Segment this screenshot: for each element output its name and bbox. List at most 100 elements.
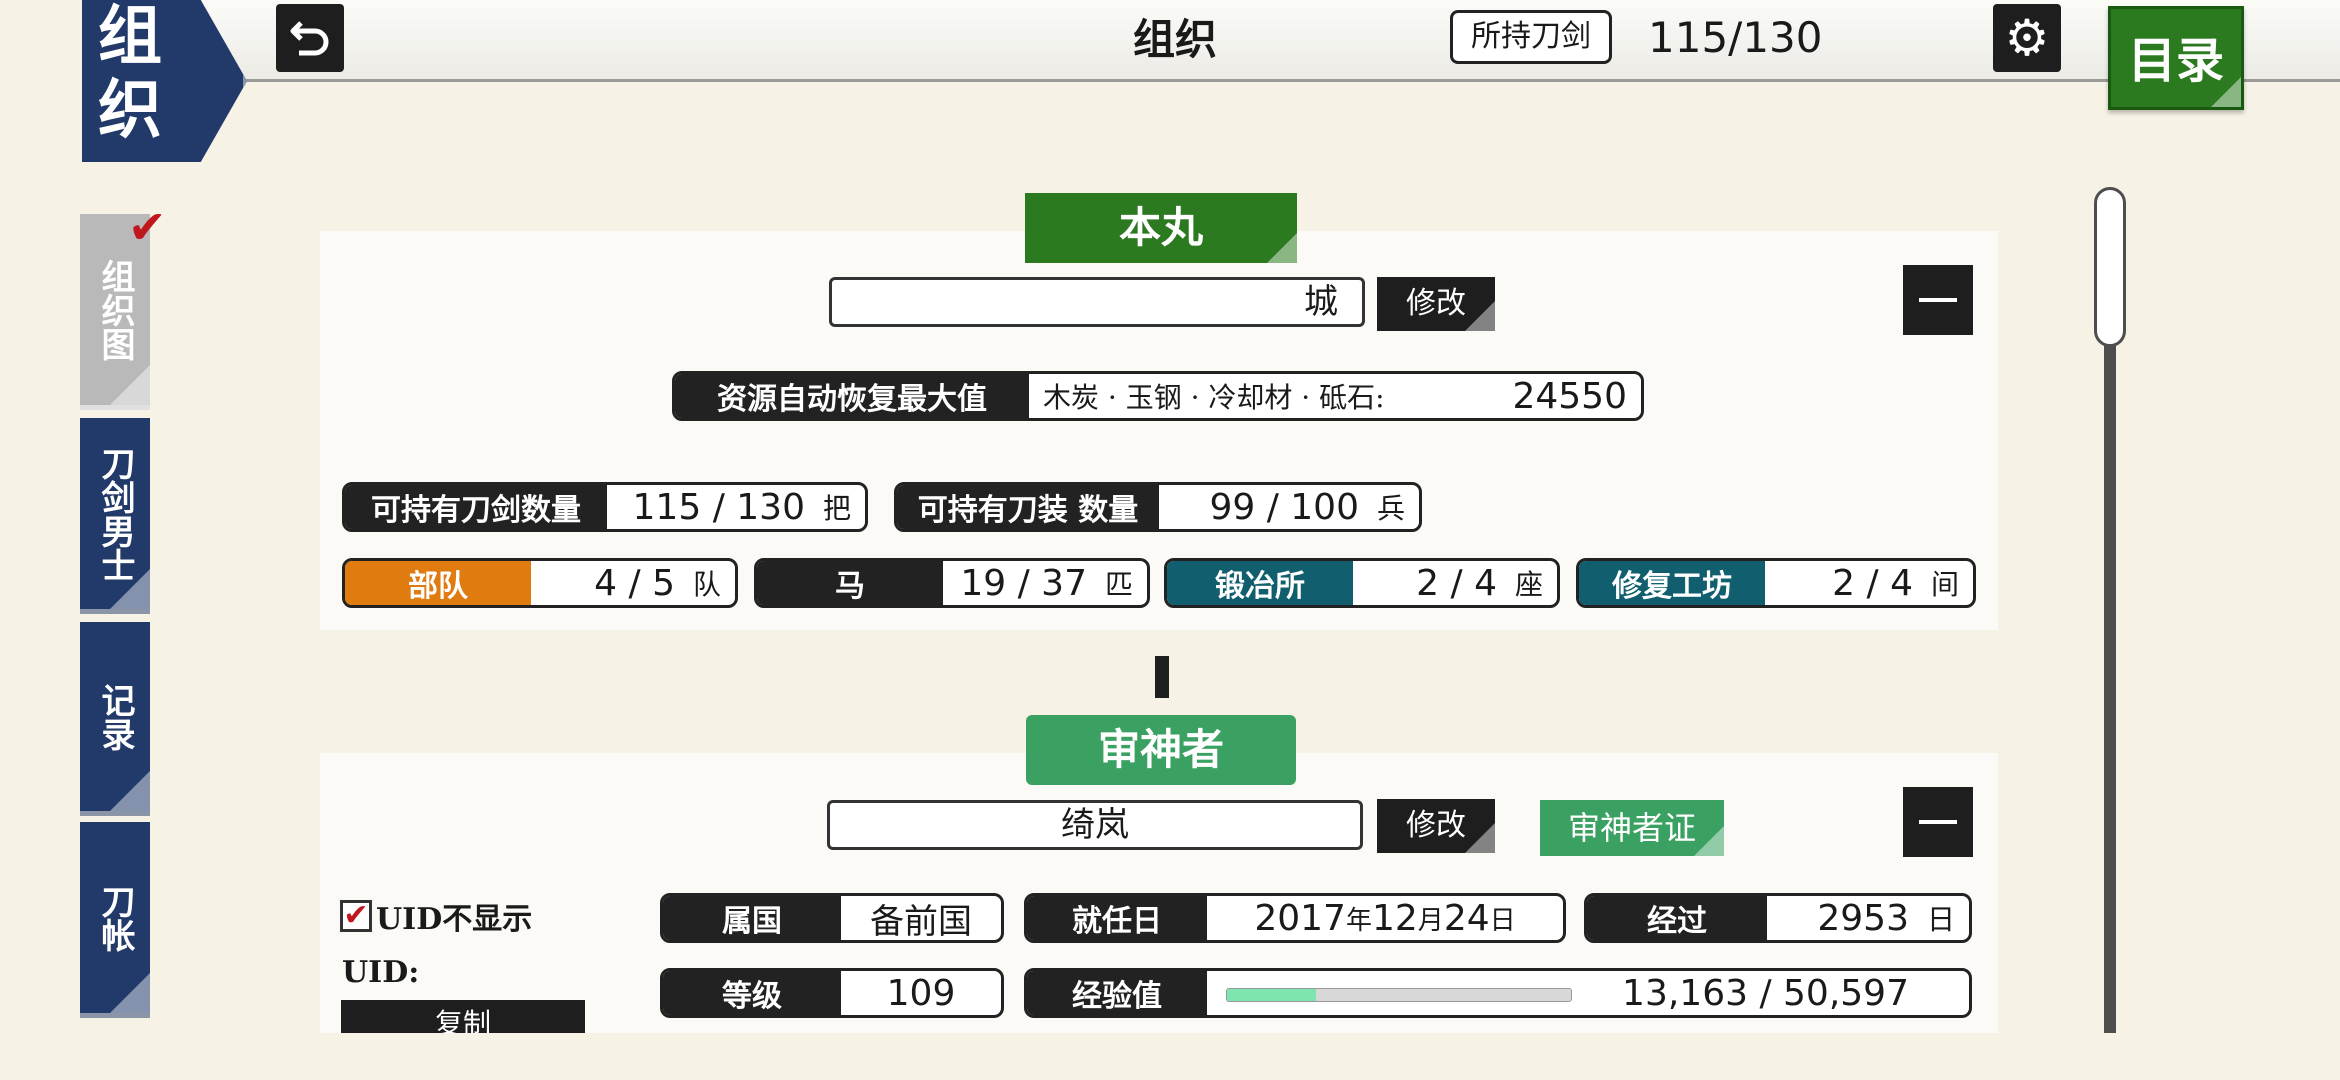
equipment-capacity-unit: 兵 <box>1376 492 1405 525</box>
repair-label: 修复工坊 <box>1579 561 1765 605</box>
experience-progress-fill <box>1227 989 1317 1001</box>
resource-value: 24550 <box>1512 375 1627 417</box>
start-date-value: 2017 年 12 月 24 日 <box>1207 896 1563 940</box>
repair-value: 2 / 4 间 <box>1765 561 1973 605</box>
sword-capacity-unit: 把 <box>822 492 851 525</box>
tab-label: 刀帐 <box>95 883 135 952</box>
tab-sword-register[interactable]: 刀帐 <box>80 822 150 1018</box>
certificate-button-label: 审神者证 <box>1567 809 1696 847</box>
start-day: 24 <box>1443 897 1490 939</box>
minus-icon <box>1919 820 1957 824</box>
menu-button[interactable]: 目录 <box>2108 6 2244 110</box>
resource-max-pill: 资源自动恢复最大值 木炭 · 玉钢 · 冷却材 · 砥石: 24550 <box>672 371 1644 421</box>
start-year-unit: 年 <box>1345 905 1372 936</box>
elapsed-days-unit: 日 <box>1926 903 1955 936</box>
elapsed-days-pill: 经过 2953 日 <box>1584 893 1972 943</box>
saniwa-name-field: 绮岚 <box>827 800 1363 850</box>
equipment-capacity-pill: 可持有刀装 数量 99 / 100 兵 <box>894 482 1422 532</box>
saniwa-certificate-button[interactable]: 审神者证 <box>1540 800 1724 856</box>
corner-fold <box>110 973 150 1013</box>
elapsed-days-value: 2953 日 <box>1767 896 1969 940</box>
province-label: 属国 <box>663 896 841 940</box>
honmaru-heading: 本丸 <box>1025 193 1297 263</box>
uid-label: UID: <box>342 955 420 990</box>
start-month-unit: 月 <box>1417 905 1444 936</box>
saniwa-heading: 审神者 <box>1026 715 1296 785</box>
forge-unit: 座 <box>1514 568 1543 601</box>
horse-unit: 匹 <box>1104 568 1133 601</box>
units-number: 4 / 5 <box>594 562 675 604</box>
tab-sword-boys[interactable]: 刀剑男士 <box>80 418 150 614</box>
back-button[interactable] <box>276 4 344 72</box>
resource-items: 木炭 · 玉钢 · 冷却材 · 砥石: <box>1043 381 1385 414</box>
units-label: 部队 <box>345 561 531 605</box>
start-month: 12 <box>1371 897 1418 939</box>
horse-label: 马 <box>757 561 943 605</box>
minus-icon <box>1919 298 1957 302</box>
forge-label: 锻冶所 <box>1167 561 1353 605</box>
elapsed-days-label: 经过 <box>1587 896 1767 940</box>
held-swords-label: 所持刀剑 <box>1450 10 1612 64</box>
repair-pill: 修复工坊 2 / 4 间 <box>1576 558 1976 608</box>
checkbox-checked-icon: ✔ <box>340 900 372 932</box>
corner-fold <box>110 365 150 405</box>
equipment-capacity-label: 可持有刀装 数量 <box>897 485 1159 529</box>
panel-connector <box>1155 656 1169 698</box>
horse-value: 19 / 37 匹 <box>943 561 1147 605</box>
province-pill: 属国 备前国 <box>660 893 1004 943</box>
start-year: 2017 <box>1254 897 1346 939</box>
honmaru-edit-button[interactable]: 修改 <box>1377 277 1495 331</box>
corner-title-line2: 织 <box>98 73 162 148</box>
resource-max-value: 木炭 · 玉钢 · 冷却材 · 砥石: 24550 <box>1029 374 1641 418</box>
held-swords-count: 115/130 <box>1648 13 1823 62</box>
elapsed-days-number: 2953 <box>1817 897 1909 939</box>
tab-records[interactable]: 记录 <box>80 622 150 816</box>
units-pill: 部队 4 / 5 队 <box>342 558 738 608</box>
uid-hide-label: UID不显示 <box>376 902 533 937</box>
equipment-capacity-number: 99 / 100 <box>1209 486 1359 528</box>
corner-fold <box>1465 823 1495 853</box>
forge-pill: 锻冶所 2 / 4 座 <box>1164 558 1560 608</box>
settings-button[interactable]: ⚙ <box>1993 4 2061 72</box>
sword-capacity-number: 115 / 130 <box>632 486 805 528</box>
start-day-unit: 日 <box>1489 905 1516 936</box>
sword-capacity-label: 可持有刀剑数量 <box>345 485 607 529</box>
corner-fold <box>2211 77 2241 107</box>
units-unit: 队 <box>692 568 721 601</box>
scrollbar-thumb[interactable] <box>2094 187 2126 347</box>
check-icon: ✔ <box>128 200 167 254</box>
tab-label: 记录 <box>95 682 135 751</box>
repair-number: 2 / 4 <box>1832 562 1913 604</box>
honmaru-heading-text: 本丸 <box>1118 203 1203 252</box>
bottom-margin <box>0 1033 2340 1080</box>
horse-pill: 马 19 / 37 匹 <box>754 558 1150 608</box>
tab-label: 刀剑男士 <box>95 445 135 582</box>
sword-capacity-pill: 可持有刀剑数量 115 / 130 把 <box>342 482 868 532</box>
equipment-capacity-value: 99 / 100 兵 <box>1159 485 1419 529</box>
saniwa-edit-button[interactable]: 修改 <box>1377 799 1495 853</box>
honmaru-collapse-button[interactable] <box>1903 265 1973 335</box>
gear-icon: ⚙ <box>2004 9 2050 67</box>
level-label: 等级 <box>663 971 841 1015</box>
saniwa-collapse-button[interactable] <box>1903 787 1973 857</box>
experience-label: 经验值 <box>1027 971 1207 1015</box>
sword-capacity-value: 115 / 130 把 <box>607 485 865 529</box>
edit-button-label: 修改 <box>1406 808 1466 843</box>
repair-unit: 间 <box>1930 568 1959 601</box>
page-title: 组织 <box>1132 15 1217 64</box>
corner-fold <box>1694 826 1724 856</box>
corner-fold <box>1267 233 1297 263</box>
tab-label: 组织图 <box>95 258 135 361</box>
corner-title-line1: 组 <box>98 0 162 74</box>
level-value: 109 <box>886 972 956 1014</box>
horse-number: 19 / 37 <box>960 562 1087 604</box>
uid-hide-checkbox[interactable]: ✔ UID不显示 <box>340 894 532 938</box>
start-date-label: 就任日 <box>1027 896 1207 940</box>
edit-button-label: 修改 <box>1406 286 1466 321</box>
forge-number: 2 / 4 <box>1416 562 1497 604</box>
forge-value: 2 / 4 座 <box>1353 561 1557 605</box>
honmaru-name-field: 城 <box>829 277 1365 327</box>
units-value: 4 / 5 队 <box>531 561 735 605</box>
level-pill: 等级 109 <box>660 968 1004 1018</box>
province-value: 备前国 <box>870 901 972 942</box>
